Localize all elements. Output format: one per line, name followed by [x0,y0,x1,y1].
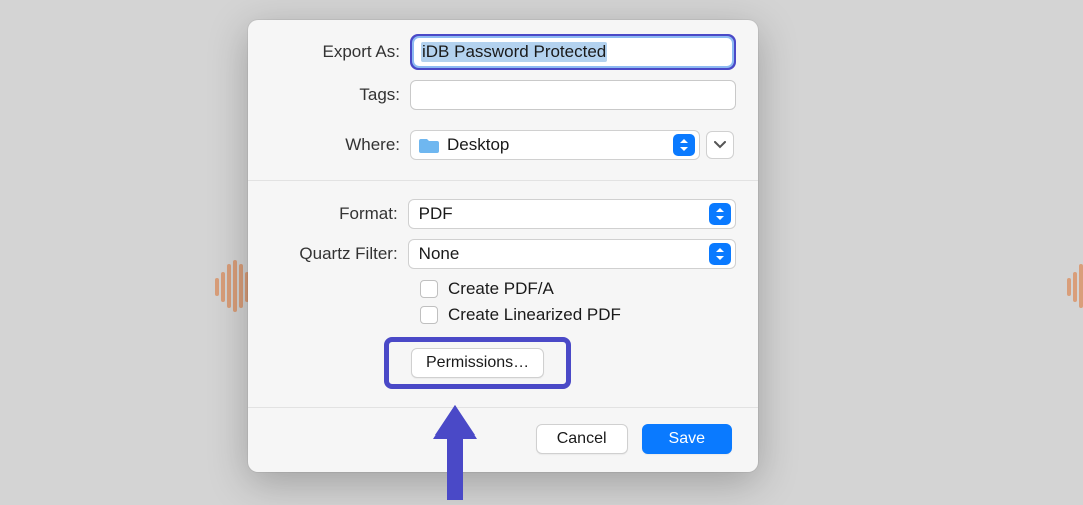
permissions-button[interactable]: Permissions… [411,348,544,378]
format-value: PDF [419,204,453,224]
tags-input[interactable] [410,80,736,110]
format-select[interactable]: PDF [408,199,736,229]
where-value: Desktop [447,135,509,155]
linearized-label: Create Linearized PDF [448,305,621,325]
tags-label: Tags: [270,85,410,105]
folder-icon [419,137,439,153]
chevron-down-icon [714,141,726,149]
where-expand-button[interactable] [706,131,734,159]
pdfa-label: Create PDF/A [448,279,554,299]
export-dialog: Export As: iDB Password Protected Tags: … [248,20,758,472]
quartz-label: Quartz Filter: [270,244,408,264]
where-label: Where: [270,135,410,155]
updown-icon [709,203,731,225]
quartz-value: None [419,244,460,264]
updown-icon [673,134,695,156]
save-button[interactable]: Save [642,424,732,454]
updown-icon [709,243,731,265]
where-select[interactable]: Desktop [410,130,700,160]
quartz-select[interactable]: None [408,239,736,269]
format-label: Format: [270,204,408,224]
permissions-highlight: Permissions… [384,337,571,389]
export-as-label: Export As: [270,42,410,62]
export-as-input[interactable]: iDB Password Protected [413,37,733,67]
linearized-checkbox[interactable] [420,306,438,324]
arrow-annotation-icon [430,405,480,505]
decorative-wave-right [1067,260,1083,308]
cancel-button[interactable]: Cancel [536,424,628,454]
pdfa-checkbox[interactable] [420,280,438,298]
export-as-highlight: iDB Password Protected [410,34,736,70]
